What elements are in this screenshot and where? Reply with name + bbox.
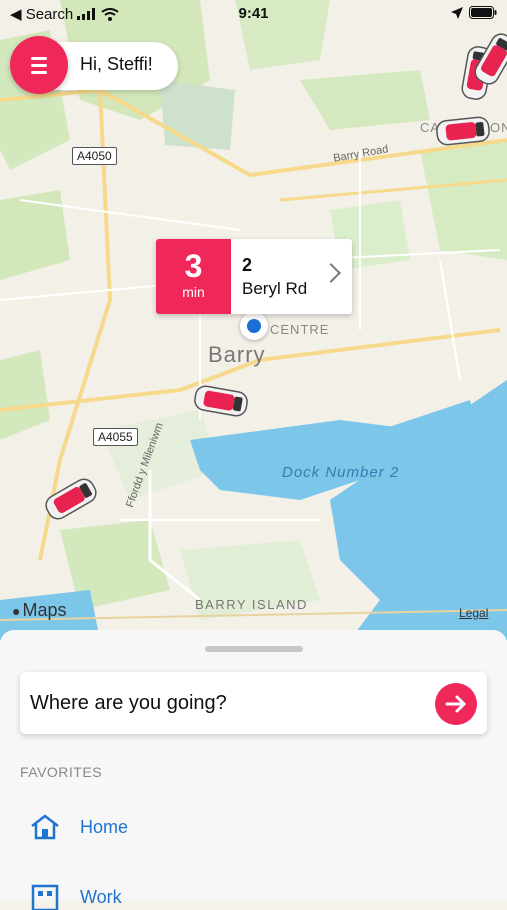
legal-link[interactable]: Legal [459, 606, 488, 620]
chevron-right-icon [321, 263, 341, 283]
map-label-barry-island: BARRY ISLAND [195, 597, 308, 612]
eta-badge: 3 min [156, 239, 231, 314]
map-label-cadoxton-end: ON [490, 120, 507, 135]
menu-button[interactable] [10, 36, 68, 94]
bottom-sheet: Where are you going? FAVORITES Home Work [0, 630, 507, 910]
map-label-centre: CENTRE [270, 322, 330, 337]
go-button[interactable] [435, 683, 477, 725]
road-shield-a4055: A4055 [93, 428, 138, 446]
arrow-right-icon [445, 695, 466, 713]
current-location-pin [240, 312, 268, 340]
greeting-bar: Hi, Steffi! [10, 36, 178, 94]
favorite-home[interactable]: Home [30, 814, 128, 840]
map-label-barry: Barry [208, 342, 266, 367]
favorite-work-label: Work [80, 886, 122, 907]
favorite-work[interactable]: Work [30, 884, 122, 910]
favorite-home-label: Home [80, 816, 129, 837]
menu-icon [31, 57, 47, 60]
favorites-title: FAVORITES [20, 764, 103, 780]
maps-credit: ● Maps [12, 600, 67, 620]
destination-search[interactable]: Where are you going? [20, 672, 487, 734]
car-icon[interactable] [435, 113, 492, 148]
road-shield-a4050: A4050 [72, 147, 117, 165]
map-view[interactable]: Barry Barry Road Dock Number 2 BARRY ISL… [0, 0, 507, 640]
apple-logo-icon: ● [12, 602, 21, 619]
destination-prompt: Where are you going? [30, 692, 227, 714]
home-icon [31, 814, 59, 840]
eta-minutes: 3 [184, 248, 203, 284]
pickup-eta-card[interactable]: 3 min 2 Beryl Rd [156, 239, 352, 314]
greeting-text: Hi, Steffi! [80, 54, 153, 74]
sheet-grabber[interactable] [205, 646, 303, 652]
battery-icon [469, 6, 497, 19]
work-icon [31, 884, 59, 910]
status-bar: ◀ Search 9:41 [0, 0, 507, 28]
eta-unit: min [182, 284, 205, 300]
status-time: 9:41 [238, 5, 269, 22]
pickup-address-street: Beryl Rd [242, 279, 308, 298]
location-arrow-icon [451, 6, 463, 19]
pickup-address-number: 2 [242, 255, 253, 275]
map-label-dock: Dock Number 2 [282, 464, 400, 481]
